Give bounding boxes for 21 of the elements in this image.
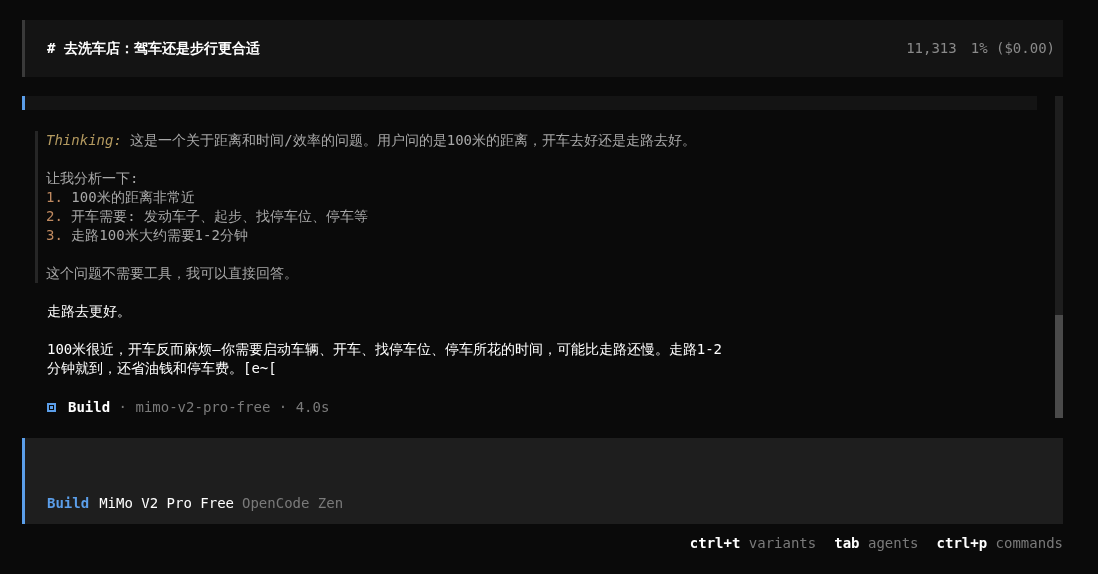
shortcut-hint: ctrl+t variants [689,534,817,553]
thinking-text: 这个问题不需要工具，我可以直接回答。 [46,264,299,283]
model-label: MiMo V2 Pro Free [99,494,234,513]
shortcut-hint: ctrl+p commands [936,534,1063,553]
list-item: 1. 100米的距离非常近 [46,188,196,207]
answer-text: 100米很近，开车反而麻烦—你需要启动车辆、开车、找停车位、停车所花的时间，可能比走路还慢。走路1-2分钟就到，还省油钱和停车费。[e~[ [47,340,723,378]
provider-label: OpenCode Zen [242,494,344,513]
answer-text: 走路去更好。 [47,302,132,321]
square-icon [47,403,56,412]
usage-cost: 1% ($0.00) [970,39,1055,58]
thinking-text: 让我分析一下: [46,169,140,188]
prompt-input[interactable]: Build MiMo V2 Pro Free OpenCode Zen [22,438,1063,524]
message-meta: Build · mimo-v2-pro-free · 4.0s [68,398,330,417]
session-title: # 去洗车店：驾车还是步行更合适 [47,39,260,58]
list-item: 3. 走路100米大约需要1-2分钟 [46,226,249,245]
list-item: 2. 开车需要: 发动车子、起步、找停车位、停车等 [46,207,370,226]
thinking-text: Thinking: 这是一个关于距离和时间/效率的问题。用户问的是100米的距离，开车去好还是走路去好。 [46,131,697,150]
shortcut-hint: tab agents [834,534,919,553]
token-count: 11,313 [906,39,957,58]
agent-label: Build [47,494,90,513]
scrollbar-thumb[interactable] [1055,314,1063,418]
